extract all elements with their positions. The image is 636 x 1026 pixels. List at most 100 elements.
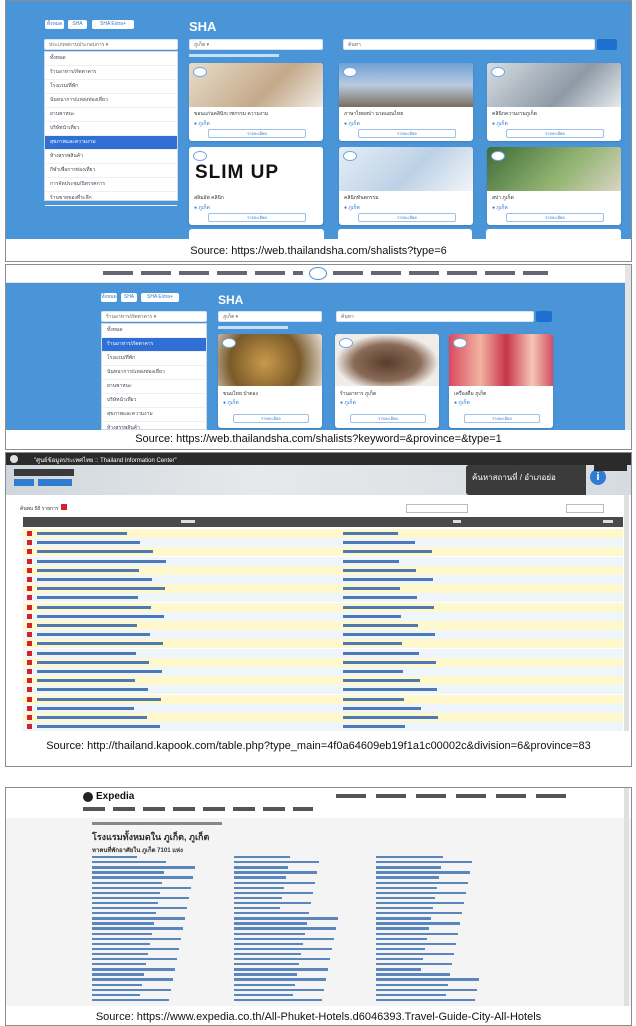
province-select[interactable]: ภูเก็ต ▾ [189,39,323,50]
hotel-link[interactable] [376,947,425,951]
hotel-link[interactable] [234,958,330,961]
row-name-link[interactable] [37,532,127,535]
hotel-link[interactable] [234,912,309,915]
hotel-link[interactable] [92,896,189,900]
dropdown-item[interactable]: บริษัทนำเที่ยว [45,122,177,136]
table-row[interactable] [23,667,623,676]
hotel-link[interactable] [234,891,313,895]
row-address-link[interactable] [343,614,401,618]
hotel-link[interactable] [92,886,191,889]
browser-tab-title[interactable]: "ศูนย์ข้อมูลประเทศไทย :: Thailand Inform… [34,455,177,465]
row-name-link[interactable] [37,706,134,710]
hotel-link[interactable] [92,927,183,930]
hotel-link[interactable] [376,922,460,925]
hotel-link[interactable] [92,901,158,905]
row-name-link[interactable] [37,716,147,719]
hotel-link[interactable] [234,988,324,991]
listing-card[interactable]: ขอนแก่นคลินิกเวชกรรม ความงาม ● ภูเก็ต รา… [189,63,323,141]
hotel-link[interactable] [234,881,315,884]
hotel-link[interactable] [92,942,150,946]
listing-detail-button[interactable]: รายละเอียด [207,129,307,138]
hotel-link[interactable] [92,968,175,971]
hotel-link[interactable] [376,881,468,884]
table-row[interactable] [23,556,623,566]
hotel-link[interactable] [234,998,322,1002]
hotel-link[interactable] [376,968,421,971]
hotel-link[interactable] [376,886,437,889]
hotel-link[interactable] [376,942,456,946]
hotel-link[interactable] [234,901,311,905]
row-name-link[interactable] [37,651,136,655]
row-name-link[interactable] [37,578,152,581]
listing-card[interactable]: ภาษาไทยสปา นวดแผนไทย ● ภูเก็ต รายละเอียด [339,63,473,141]
hotel-link[interactable] [92,937,181,940]
keyword-input[interactable]: ค้นหา [343,39,595,50]
hotel-link[interactable] [92,866,195,869]
dropdown-item[interactable]: การจัดประชุม/นิทรรศการ [45,178,177,192]
table-row[interactable] [23,565,623,575]
row-name-link[interactable] [37,679,135,683]
hotel-link[interactable] [376,876,439,879]
tab-button-1[interactable]: ทั้งหมด [45,20,64,29]
row-name-link[interactable] [37,670,162,673]
column-header-name[interactable] [181,520,195,523]
row-name-link[interactable] [37,633,150,637]
row-name-link[interactable] [37,688,148,692]
hotel-link[interactable] [234,947,332,951]
dropdown-item[interactable]: ห้างสรรพสินค้า [45,150,177,164]
hotel-link[interactable] [234,978,326,981]
hotel-link[interactable] [376,907,433,910]
info-icon[interactable]: i [590,469,606,485]
location-search-panel[interactable]: ค้นหาสถานที่ / อำเภอย่อ [466,465,586,495]
hotel-link[interactable] [92,876,193,879]
hotel-link[interactable] [92,998,169,1002]
row-address-link[interactable] [343,688,437,692]
table-row[interactable] [23,648,623,658]
table-row[interactable] [23,538,623,548]
hotel-link[interactable] [376,896,435,900]
dropdown-item[interactable]: ยานพาหนะ [45,108,177,122]
hotel-link[interactable] [376,998,475,1002]
table-row[interactable] [23,575,623,584]
expedia-nav[interactable] [83,807,313,811]
row-address-link[interactable] [343,550,432,554]
scrollbar[interactable] [625,265,631,430]
row-address-link[interactable] [343,568,416,572]
hotel-link[interactable] [92,922,154,925]
row-address-link[interactable] [343,642,402,646]
dropdown-item-selected[interactable]: ร้านอาหาร/ภัตตาคาร [102,338,206,352]
nav-links-right[interactable] [333,271,548,275]
hotel-link[interactable] [234,932,305,935]
hotel-link[interactable] [92,947,179,951]
listing-detail-button[interactable]: รายละเอียด [349,414,427,423]
tab-button-2[interactable]: SHA [68,20,87,29]
hotel-link[interactable] [92,932,152,935]
hotel-link[interactable] [92,978,173,981]
row-address-link[interactable] [343,541,415,545]
row-address-link[interactable] [343,670,403,673]
dropdown-item-selected[interactable]: สุขภาพและความงาม [45,136,177,150]
row-address-link[interactable] [343,596,417,600]
hotel-link[interactable] [234,937,334,940]
hotel-link[interactable] [234,922,307,925]
hotel-link[interactable] [234,856,290,859]
hotel-link[interactable] [376,963,452,966]
row-address-link[interactable] [343,725,405,729]
hotel-link[interactable] [92,861,166,864]
row-address-link[interactable] [343,587,400,591]
hotel-link[interactable] [234,917,338,920]
hotel-link[interactable] [234,973,297,976]
nav-links-left[interactable] [103,271,303,275]
hotel-link[interactable] [376,901,464,905]
dropdown-item[interactable]: นันทนาการ/แหล่งท่องเที่ยว [45,94,177,108]
category-select[interactable]: ประเภทสถานประกอบการ ▾ [44,39,178,50]
search-button[interactable] [536,311,552,322]
listing-card[interactable]: SLIM UP สลิมอัพ คลินิก ● ภูเก็ต รายละเอี… [189,147,323,225]
hotel-link[interactable] [376,973,450,976]
expedia-account-nav[interactable] [336,794,566,798]
listing-detail-button[interactable]: รายละเอียด [357,129,457,138]
hotel-link[interactable] [234,896,282,900]
listing-detail-button[interactable]: รายละเอียด [505,129,605,138]
row-name-link[interactable] [37,624,137,627]
hotel-link[interactable] [234,886,284,889]
